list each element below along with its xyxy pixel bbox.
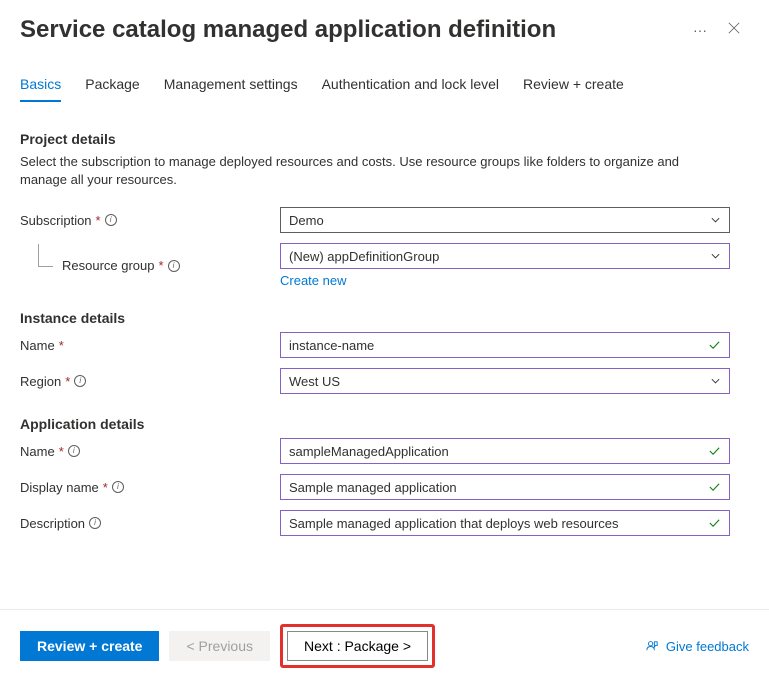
display-name-value: Sample managed application	[289, 480, 457, 495]
required-indicator: *	[159, 258, 164, 273]
required-indicator: *	[59, 444, 64, 459]
page-title: Service catalog managed application defi…	[20, 16, 681, 44]
feedback-label: Give feedback	[666, 639, 749, 654]
check-icon	[708, 445, 721, 458]
give-feedback-link[interactable]: Give feedback	[645, 639, 749, 654]
close-icon[interactable]	[719, 17, 749, 44]
instance-details-heading: Instance details	[20, 310, 749, 326]
tab-package[interactable]: Package	[85, 76, 139, 102]
app-name-label: Name	[20, 444, 55, 459]
project-details-heading: Project details	[20, 131, 749, 147]
required-indicator: *	[103, 480, 108, 495]
footer: Review + create < Previous Next : Packag…	[0, 609, 769, 682]
resource-group-value: (New) appDefinitionGroup	[289, 249, 439, 264]
region-value: West US	[289, 374, 340, 389]
description-value: Sample managed application that deploys …	[289, 516, 619, 531]
info-icon[interactable]: i	[168, 260, 180, 272]
subscription-select[interactable]: Demo	[280, 207, 730, 233]
display-name-label: Display name	[20, 480, 99, 495]
info-icon[interactable]: i	[74, 375, 86, 387]
app-name-input[interactable]: sampleManagedApplication	[280, 438, 730, 464]
resource-group-select[interactable]: (New) appDefinitionGroup	[280, 243, 730, 269]
chevron-down-icon	[710, 215, 721, 226]
app-details-heading: Application details	[20, 416, 749, 432]
tab-review-create[interactable]: Review + create	[523, 76, 624, 102]
instance-name-label: Name	[20, 338, 55, 353]
info-icon[interactable]: i	[68, 445, 80, 457]
info-icon[interactable]: i	[112, 481, 124, 493]
check-icon	[708, 517, 721, 530]
region-label: Region	[20, 374, 61, 389]
instance-name-value: instance-name	[289, 338, 374, 353]
instance-name-input[interactable]: instance-name	[280, 332, 730, 358]
highlight-box: Next : Package >	[280, 624, 435, 668]
info-icon[interactable]: i	[89, 517, 101, 529]
resource-group-label: Resource group	[62, 258, 155, 273]
info-icon[interactable]: i	[105, 214, 117, 226]
chevron-down-icon	[710, 251, 721, 262]
create-new-link[interactable]: Create new	[280, 273, 346, 288]
tabs: Basics Package Management settings Authe…	[0, 52, 769, 103]
required-indicator: *	[65, 374, 70, 389]
previous-button: < Previous	[169, 631, 270, 661]
app-name-value: sampleManagedApplication	[289, 444, 449, 459]
tab-basics[interactable]: Basics	[20, 76, 61, 102]
description-label: Description	[20, 516, 85, 531]
check-icon	[708, 339, 721, 352]
chevron-down-icon	[710, 376, 721, 387]
feedback-icon	[645, 639, 660, 654]
tab-management-settings[interactable]: Management settings	[164, 76, 298, 102]
project-details-desc: Select the subscription to manage deploy…	[20, 153, 720, 189]
display-name-input[interactable]: Sample managed application	[280, 474, 730, 500]
subscription-value: Demo	[289, 213, 324, 228]
more-icon[interactable]: ···	[681, 22, 719, 38]
description-input[interactable]: Sample managed application that deploys …	[280, 510, 730, 536]
region-select[interactable]: West US	[280, 368, 730, 394]
review-create-button[interactable]: Review + create	[20, 631, 159, 661]
required-indicator: *	[96, 213, 101, 228]
tab-auth-lock[interactable]: Authentication and lock level	[322, 76, 499, 102]
check-icon	[708, 481, 721, 494]
required-indicator: *	[59, 338, 64, 353]
next-package-button[interactable]: Next : Package >	[287, 631, 428, 661]
subscription-label: Subscription	[20, 213, 92, 228]
